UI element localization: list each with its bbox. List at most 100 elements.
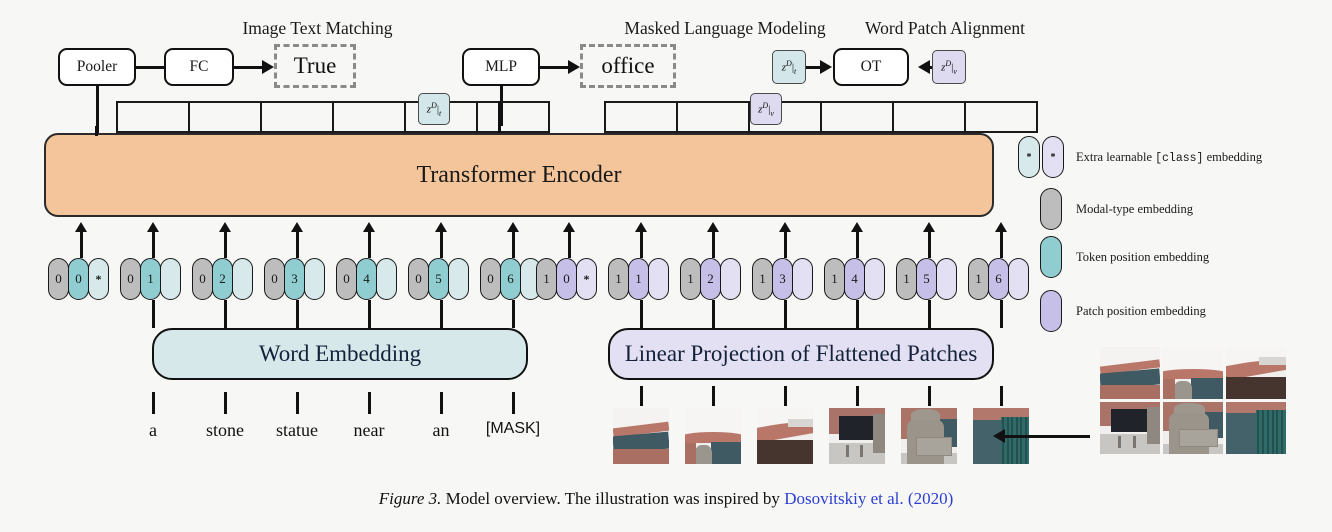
pill-image-0-modal: 1 bbox=[536, 258, 557, 300]
pill-text-0-position: 0 bbox=[68, 258, 89, 300]
connector-down-i-5 bbox=[927, 300, 931, 328]
pill-image-2-content bbox=[720, 258, 741, 300]
word-tick-3 bbox=[367, 392, 371, 414]
connector-down-t-4 bbox=[367, 300, 371, 328]
patch-tick-3 bbox=[855, 386, 859, 406]
pill-image-5-modal: 1 bbox=[896, 258, 917, 300]
word-label-5: [MASK] bbox=[485, 420, 541, 437]
connector-up-i-6 bbox=[999, 232, 1003, 258]
connector-up-t-2 bbox=[223, 232, 227, 258]
patch-projection-label: Linear Projection of Flattened Patches bbox=[624, 341, 978, 366]
arrow-up-i-0 bbox=[563, 222, 575, 232]
source-image-patch-4 bbox=[1163, 402, 1223, 454]
pill-text-3-content bbox=[304, 258, 325, 300]
word-embedding-label: Word Embedding bbox=[258, 341, 422, 366]
connector-up-t-4 bbox=[367, 232, 371, 258]
word-tick-0 bbox=[151, 392, 155, 414]
connector-up-t-3 bbox=[295, 232, 299, 258]
figure-caption-body: Model overview. The illustration was ins… bbox=[441, 489, 785, 508]
source-image-patch-2 bbox=[1226, 347, 1286, 399]
token-group-image-5: 15 bbox=[896, 258, 962, 300]
z-visual-marker-bus: zD|v bbox=[750, 93, 782, 125]
legend-swatch-patch-position-0 bbox=[1040, 290, 1062, 332]
token-group-text-5: 05 bbox=[408, 258, 474, 300]
token-group-text-1: 01 bbox=[120, 258, 186, 300]
legend-label-code: [class] bbox=[1155, 152, 1204, 165]
source-image-patch-1 bbox=[1163, 347, 1223, 399]
z-visual-bus-symbol: zD|v bbox=[758, 100, 774, 118]
word-tick-1 bbox=[223, 392, 227, 414]
figure-citation-link[interactable]: Dosovitskiy et al. (2020) bbox=[784, 489, 953, 508]
pill-text-5-modal: 0 bbox=[408, 258, 429, 300]
pill-text-4-modal: 0 bbox=[336, 258, 357, 300]
pill-image-0-content: * bbox=[576, 258, 597, 300]
pill-text-5-content bbox=[448, 258, 469, 300]
connector-down-i-4 bbox=[855, 300, 859, 328]
source-image-patch-3 bbox=[1100, 402, 1160, 454]
token-group-image-0: 1 0 * bbox=[536, 258, 602, 300]
patch-tick-5 bbox=[999, 386, 1003, 406]
arrow-up-i-6 bbox=[995, 222, 1007, 232]
legend-swatch-extra-learnable-class-1: * bbox=[1042, 136, 1064, 178]
connector-up-t-0 bbox=[79, 232, 83, 258]
pill-image-5-position: 5 bbox=[916, 258, 937, 300]
arrow-up-t-3 bbox=[291, 222, 303, 232]
connector-pooler-encoder bbox=[94, 126, 98, 136]
arrow-up-i-4 bbox=[851, 222, 863, 232]
pill-text-1-content bbox=[160, 258, 181, 300]
word-tick-5 bbox=[511, 392, 515, 414]
pill-text-1-position: 1 bbox=[140, 258, 161, 300]
arrow-up-i-2 bbox=[707, 222, 719, 232]
connector-down-i-1 bbox=[639, 300, 643, 328]
connector-mlp-bus-encoder bbox=[498, 101, 501, 133]
pill-image-4-position: 4 bbox=[844, 258, 865, 300]
z-text-bus-symbol: zD|t bbox=[426, 100, 442, 118]
pill-text-3-position: 3 bbox=[284, 258, 305, 300]
pill-image-1-position: 1 bbox=[628, 258, 649, 300]
pill-text-5-position: 5 bbox=[428, 258, 449, 300]
pill-image-4-content bbox=[864, 258, 885, 300]
legend-label-pre: Extra learnable bbox=[1076, 150, 1156, 164]
connector-down-i-2 bbox=[711, 300, 715, 328]
pill-image-6-position: 6 bbox=[988, 258, 1009, 300]
pill-image-6-modal: 1 bbox=[968, 258, 989, 300]
connector-up-i-2 bbox=[711, 232, 715, 258]
pill-image-2-position: 2 bbox=[700, 258, 721, 300]
pill-text-0-modal: 0 bbox=[48, 258, 69, 300]
connector-up-i-5 bbox=[927, 232, 931, 258]
token-group-text-2: 02 bbox=[192, 258, 258, 300]
legend-label-post: embedding bbox=[1203, 150, 1263, 164]
arrow-up-t-5 bbox=[435, 222, 447, 232]
image-patch-4 bbox=[901, 408, 957, 464]
token-group-image-6: 16 bbox=[968, 258, 1034, 300]
connector-up-i-3 bbox=[783, 232, 787, 258]
connector-up-t-1 bbox=[151, 232, 155, 258]
patch-tick-0 bbox=[639, 386, 643, 406]
arrow-up-t-1 bbox=[147, 222, 159, 232]
pill-text-6-modal: 0 bbox=[480, 258, 501, 300]
connector-down-i-3 bbox=[783, 300, 787, 328]
pill-image-3-modal: 1 bbox=[752, 258, 773, 300]
pill-image-5-content bbox=[936, 258, 957, 300]
token-group-image-1: 11 bbox=[608, 258, 674, 300]
connector-down-t-5 bbox=[439, 300, 443, 328]
pill-text-2-modal: 0 bbox=[192, 258, 213, 300]
connector-up-i-4 bbox=[855, 232, 859, 258]
arrow-up-i-1 bbox=[635, 222, 647, 232]
word-tick-2 bbox=[295, 392, 299, 414]
pill-text-6-position: 6 bbox=[500, 258, 521, 300]
legend-label-patch-position: Patch position embedding bbox=[1076, 304, 1206, 318]
legend-label-token-position: Token position embedding bbox=[1076, 250, 1210, 264]
figure-number: Figure 3. bbox=[378, 489, 442, 508]
legend-label-extra-learnable-class: Extra learnable [class] embedding bbox=[1076, 150, 1262, 165]
image-patch-1 bbox=[685, 408, 741, 464]
z-text-marker-bus: zD|t bbox=[418, 93, 450, 125]
source-image-patch-5 bbox=[1226, 402, 1286, 454]
connector-down-t-1 bbox=[151, 300, 155, 328]
legend-label-modal-type: Modal-type embedding bbox=[1076, 202, 1193, 216]
connector-down-i-6 bbox=[999, 300, 1003, 328]
word-embedding-box: Word Embedding bbox=[152, 328, 528, 380]
figure-model-overview: Image Text Matching Masked Language Mode… bbox=[0, 0, 1332, 532]
token-group-image-4: 14 bbox=[824, 258, 890, 300]
token-group-image-2: 12 bbox=[680, 258, 746, 300]
